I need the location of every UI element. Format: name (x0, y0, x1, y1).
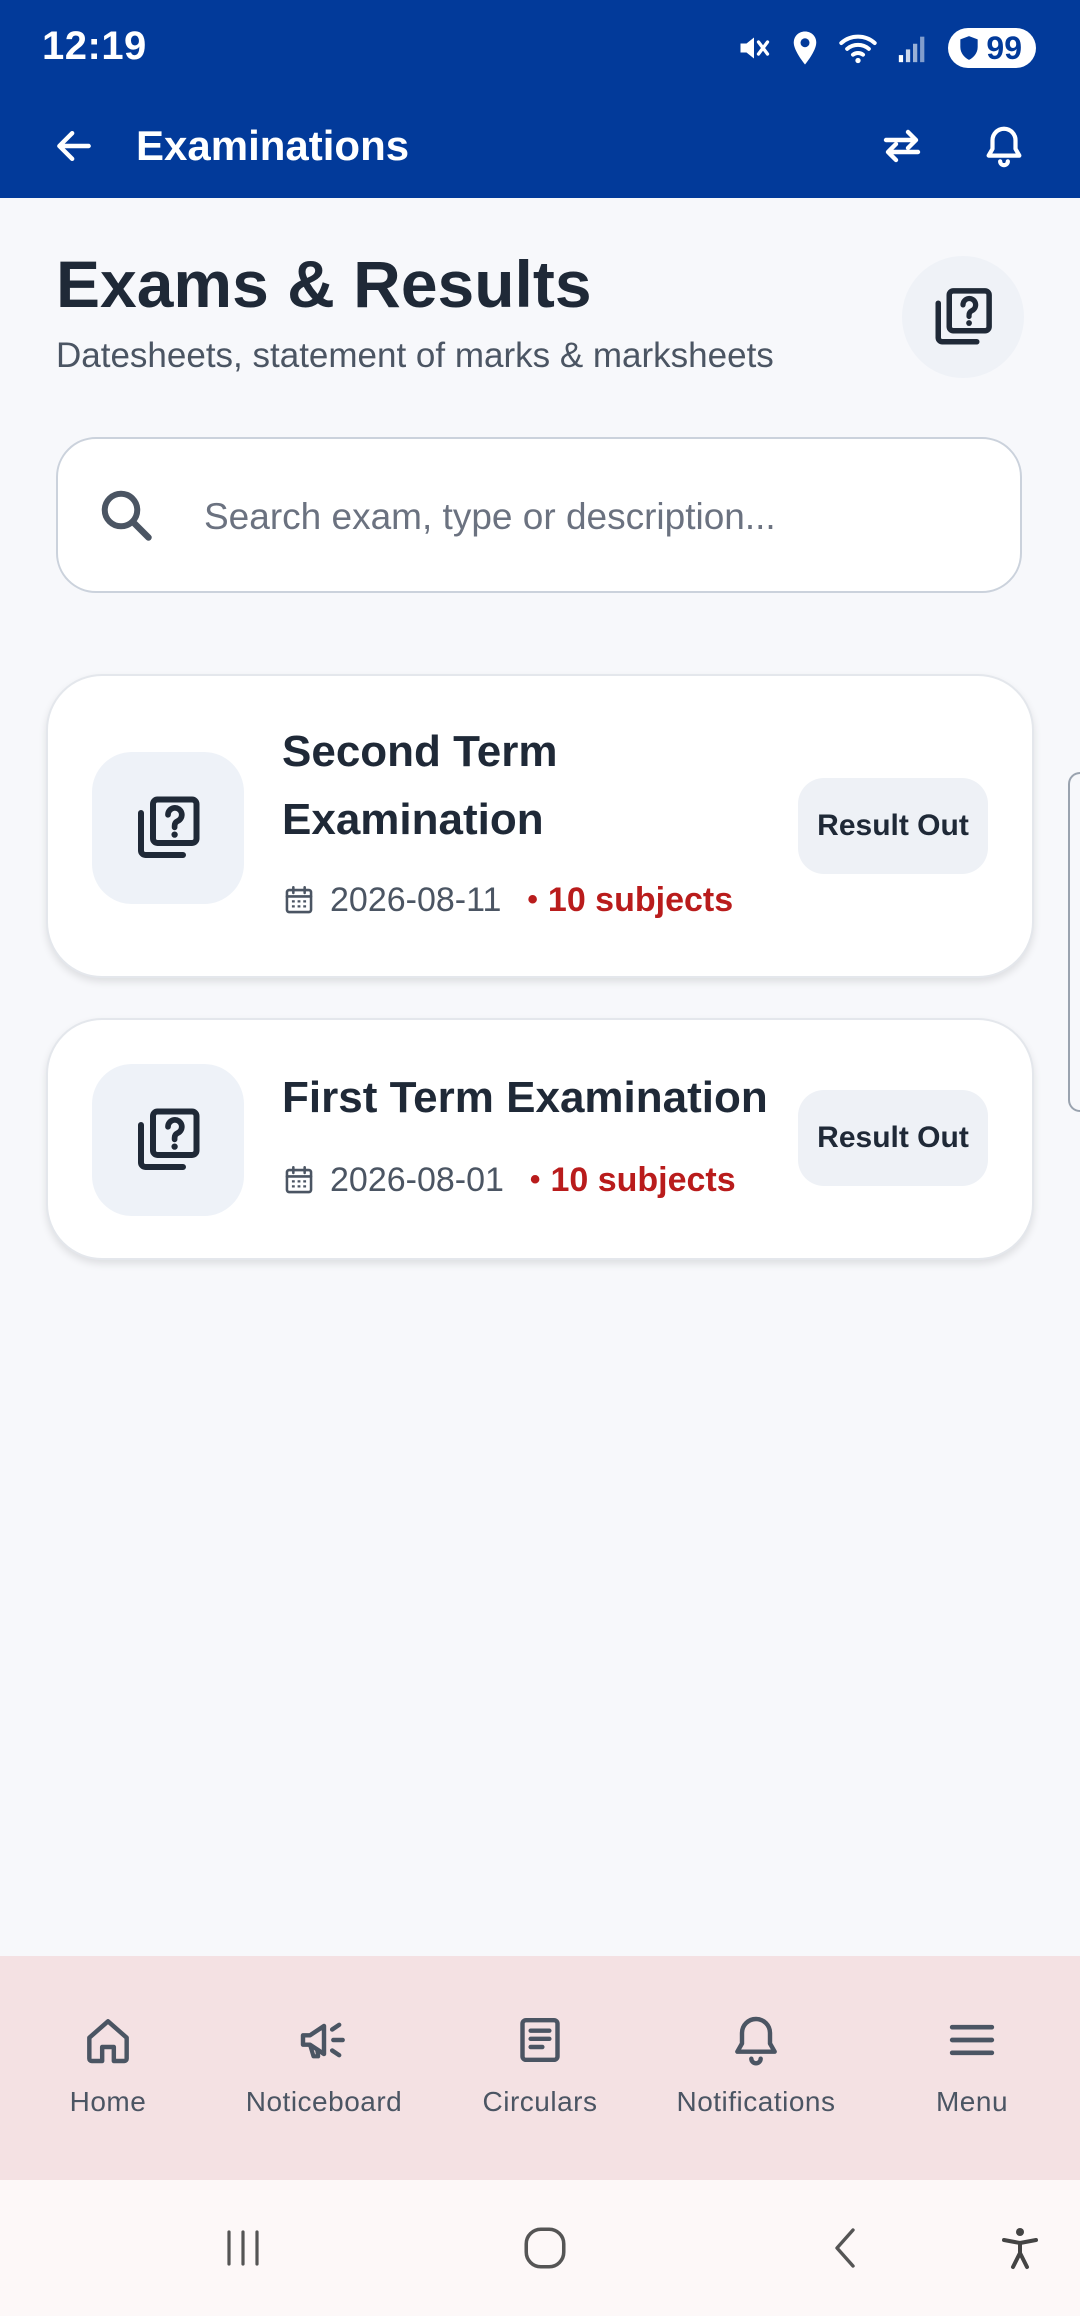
mute-icon (740, 37, 770, 59)
system-navigation-bar (0, 2180, 1080, 2316)
home-circle-icon (524, 2227, 566, 2269)
shield-icon (960, 36, 979, 60)
bell-icon (735, 2016, 777, 2066)
page-title: Exams & Results (56, 247, 592, 321)
exam-subject-count: 10 subjects (547, 880, 734, 919)
status-time: 12:19 (42, 24, 147, 68)
exam-title: First Term Examination (282, 1073, 768, 1122)
exam-question-icon (138, 796, 200, 858)
exam-title-line: Examination (282, 795, 544, 844)
menu-icon (949, 2024, 995, 2056)
nav-label: Home (69, 2086, 147, 2117)
page-subtitle: Datesheets, statement of marks & markshe… (56, 336, 774, 375)
result-status-chip[interactable]: Result Out (798, 778, 988, 874)
separator-dot: • (527, 883, 538, 916)
arrow-left-icon (57, 130, 91, 162)
wifi-icon (839, 34, 878, 64)
accessibility-icon (1002, 2228, 1038, 2269)
home-system-button[interactable] (515, 2218, 575, 2278)
exam-date: 2026-08-01 (330, 1160, 504, 1199)
switch-button[interactable] (872, 116, 932, 176)
exam-card-first-term[interactable]: First Term Examination 2026-08-01 • 10 s… (46, 1018, 1034, 1260)
exam-title: Second Term Examination (282, 718, 557, 854)
nav-label: Menu (935, 2086, 1009, 2117)
header-exam-badge (902, 256, 1024, 378)
exam-card-icon-box (92, 752, 244, 904)
exam-question-icon (138, 1108, 200, 1170)
exam-date: 2026-08-11 (330, 880, 502, 919)
result-status-chip[interactable]: Result Out (798, 1090, 988, 1186)
status-bar: 12:19 99 (0, 0, 1080, 92)
exam-subject-count: 10 subjects (550, 1160, 736, 1199)
notifications-button[interactable] (974, 116, 1034, 176)
swap-icon (883, 129, 921, 163)
nav-label: Circulars (482, 2086, 598, 2117)
calendar-icon (285, 1165, 313, 1194)
location-icon (794, 31, 817, 65)
edge-panel-handle[interactable] (1068, 772, 1080, 1112)
exam-meta: 2026-08-01 • 10 subjects (282, 1156, 736, 1204)
bell-icon (986, 126, 1022, 168)
search-box[interactable] (56, 437, 1022, 593)
nav-item-notifications[interactable]: Notifications (648, 1956, 864, 2180)
nav-item-circulars[interactable]: Circulars (432, 1956, 648, 2180)
calendar-icon (285, 885, 313, 914)
recent-apps-button[interactable] (213, 2218, 273, 2278)
app-bar: Examinations (0, 92, 1080, 198)
megaphone-icon (300, 2022, 345, 2059)
document-icon (520, 2017, 560, 2063)
nav-item-home[interactable]: Home (0, 1956, 216, 2180)
bottom-navigation: Home Noticeboard Circulars Notifications… (0, 1956, 1080, 2180)
nav-item-noticeboard[interactable]: Noticeboard (216, 1956, 432, 2180)
battery-indicator: 99 (948, 28, 1036, 68)
nav-item-menu[interactable]: Menu (864, 1956, 1080, 2180)
search-icon (101, 490, 152, 541)
search-input[interactable] (202, 479, 986, 555)
exam-title-line: Second Term (282, 727, 558, 776)
separator-dot: • (529, 1163, 541, 1196)
nav-label: Notifications (676, 2086, 836, 2117)
exam-meta: 2026-08-11 • 10 subjects (282, 876, 733, 924)
app-bar-title: Examinations (136, 122, 410, 169)
accessibility-button[interactable] (990, 2218, 1050, 2278)
exam-card-icon-box (92, 1064, 244, 1216)
chevron-left-icon (835, 2228, 855, 2268)
home-icon (87, 2019, 129, 2064)
exam-card-second-term[interactable]: Second Term Examination 2026-08-11 • 10 … (46, 674, 1034, 978)
back-button[interactable] (44, 116, 104, 176)
signal-icon (899, 36, 925, 63)
back-system-button[interactable] (817, 2218, 877, 2278)
battery-level: 99 (986, 29, 1022, 66)
recent-apps-icon (227, 2230, 259, 2266)
status-icons: 99 (736, 24, 1036, 72)
exam-question-icon (935, 288, 992, 345)
nav-label: Noticeboard (245, 2086, 403, 2117)
